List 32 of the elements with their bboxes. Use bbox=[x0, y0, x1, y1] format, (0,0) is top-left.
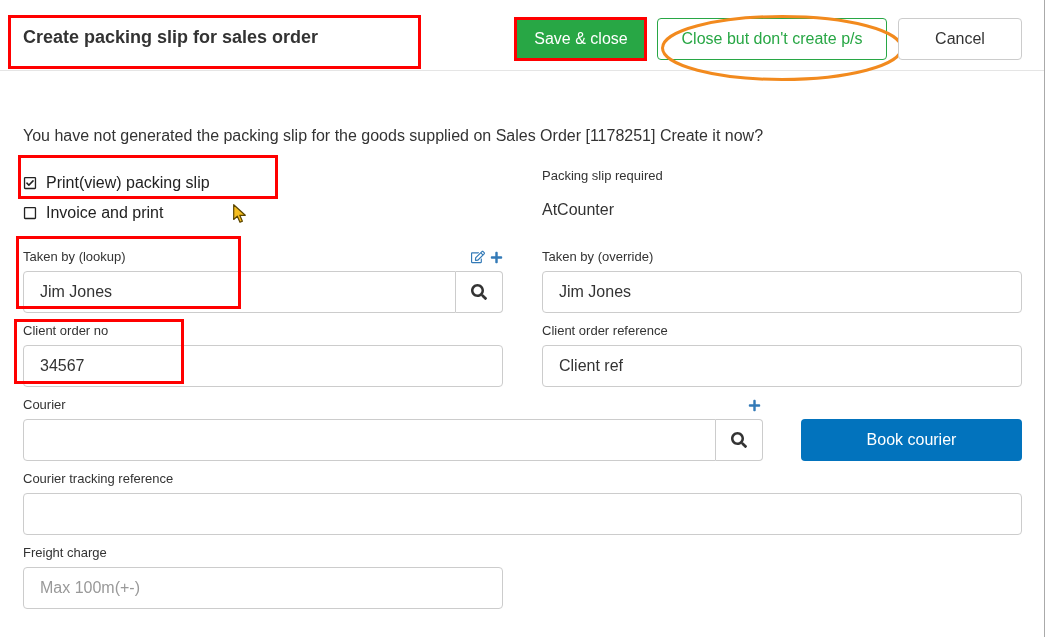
book-courier-button[interactable]: Book courier bbox=[801, 419, 1022, 461]
checkbox[interactable] bbox=[23, 206, 37, 220]
text-field[interactable]: Max 100m(+-) bbox=[23, 567, 503, 609]
field-label: Freight charge bbox=[23, 545, 108, 561]
add-icon[interactable] bbox=[748, 398, 761, 412]
checkbox[interactable] bbox=[23, 176, 37, 190]
text-field[interactable]: 34567 bbox=[23, 345, 503, 387]
text-field[interactable]: Jim Jones bbox=[542, 271, 1022, 313]
prompt-message: You have not generated the packing slip for the goods supplied on Sales Order [1178251] Create it now? bbox=[23, 126, 765, 146]
mouse-pointer-icon bbox=[233, 204, 247, 223]
edit-icon[interactable] bbox=[471, 250, 485, 264]
field-label: Packing slip required bbox=[542, 168, 664, 184]
field-label: Client order reference bbox=[542, 323, 669, 339]
field-label: Taken by (override) bbox=[542, 249, 655, 265]
field-label: Courier tracking reference bbox=[23, 471, 175, 487]
packing-slip-value: AtCounter bbox=[542, 200, 616, 220]
search-button[interactable] bbox=[456, 271, 503, 313]
cancel-button[interactable]: Cancel bbox=[898, 18, 1022, 60]
text-field[interactable]: Jim Jones bbox=[23, 271, 456, 313]
add-icon[interactable] bbox=[490, 250, 503, 264]
checkbox-label[interactable]: Print(view) packing slip bbox=[46, 173, 210, 193]
search-button[interactable] bbox=[716, 419, 763, 461]
search-icon bbox=[731, 432, 747, 448]
text-field[interactable] bbox=[23, 493, 1022, 535]
field-label: Courier bbox=[23, 397, 66, 413]
field-label: Client order no bbox=[23, 323, 110, 339]
checkbox-label[interactable]: Invoice and print bbox=[46, 203, 164, 223]
text-field[interactable] bbox=[23, 419, 716, 461]
search-icon bbox=[471, 284, 487, 300]
field-label: Taken by (lookup) bbox=[23, 249, 126, 265]
text-field[interactable]: Client ref bbox=[542, 345, 1022, 387]
dialog-title: Create packing slip for sales order bbox=[23, 26, 319, 48]
